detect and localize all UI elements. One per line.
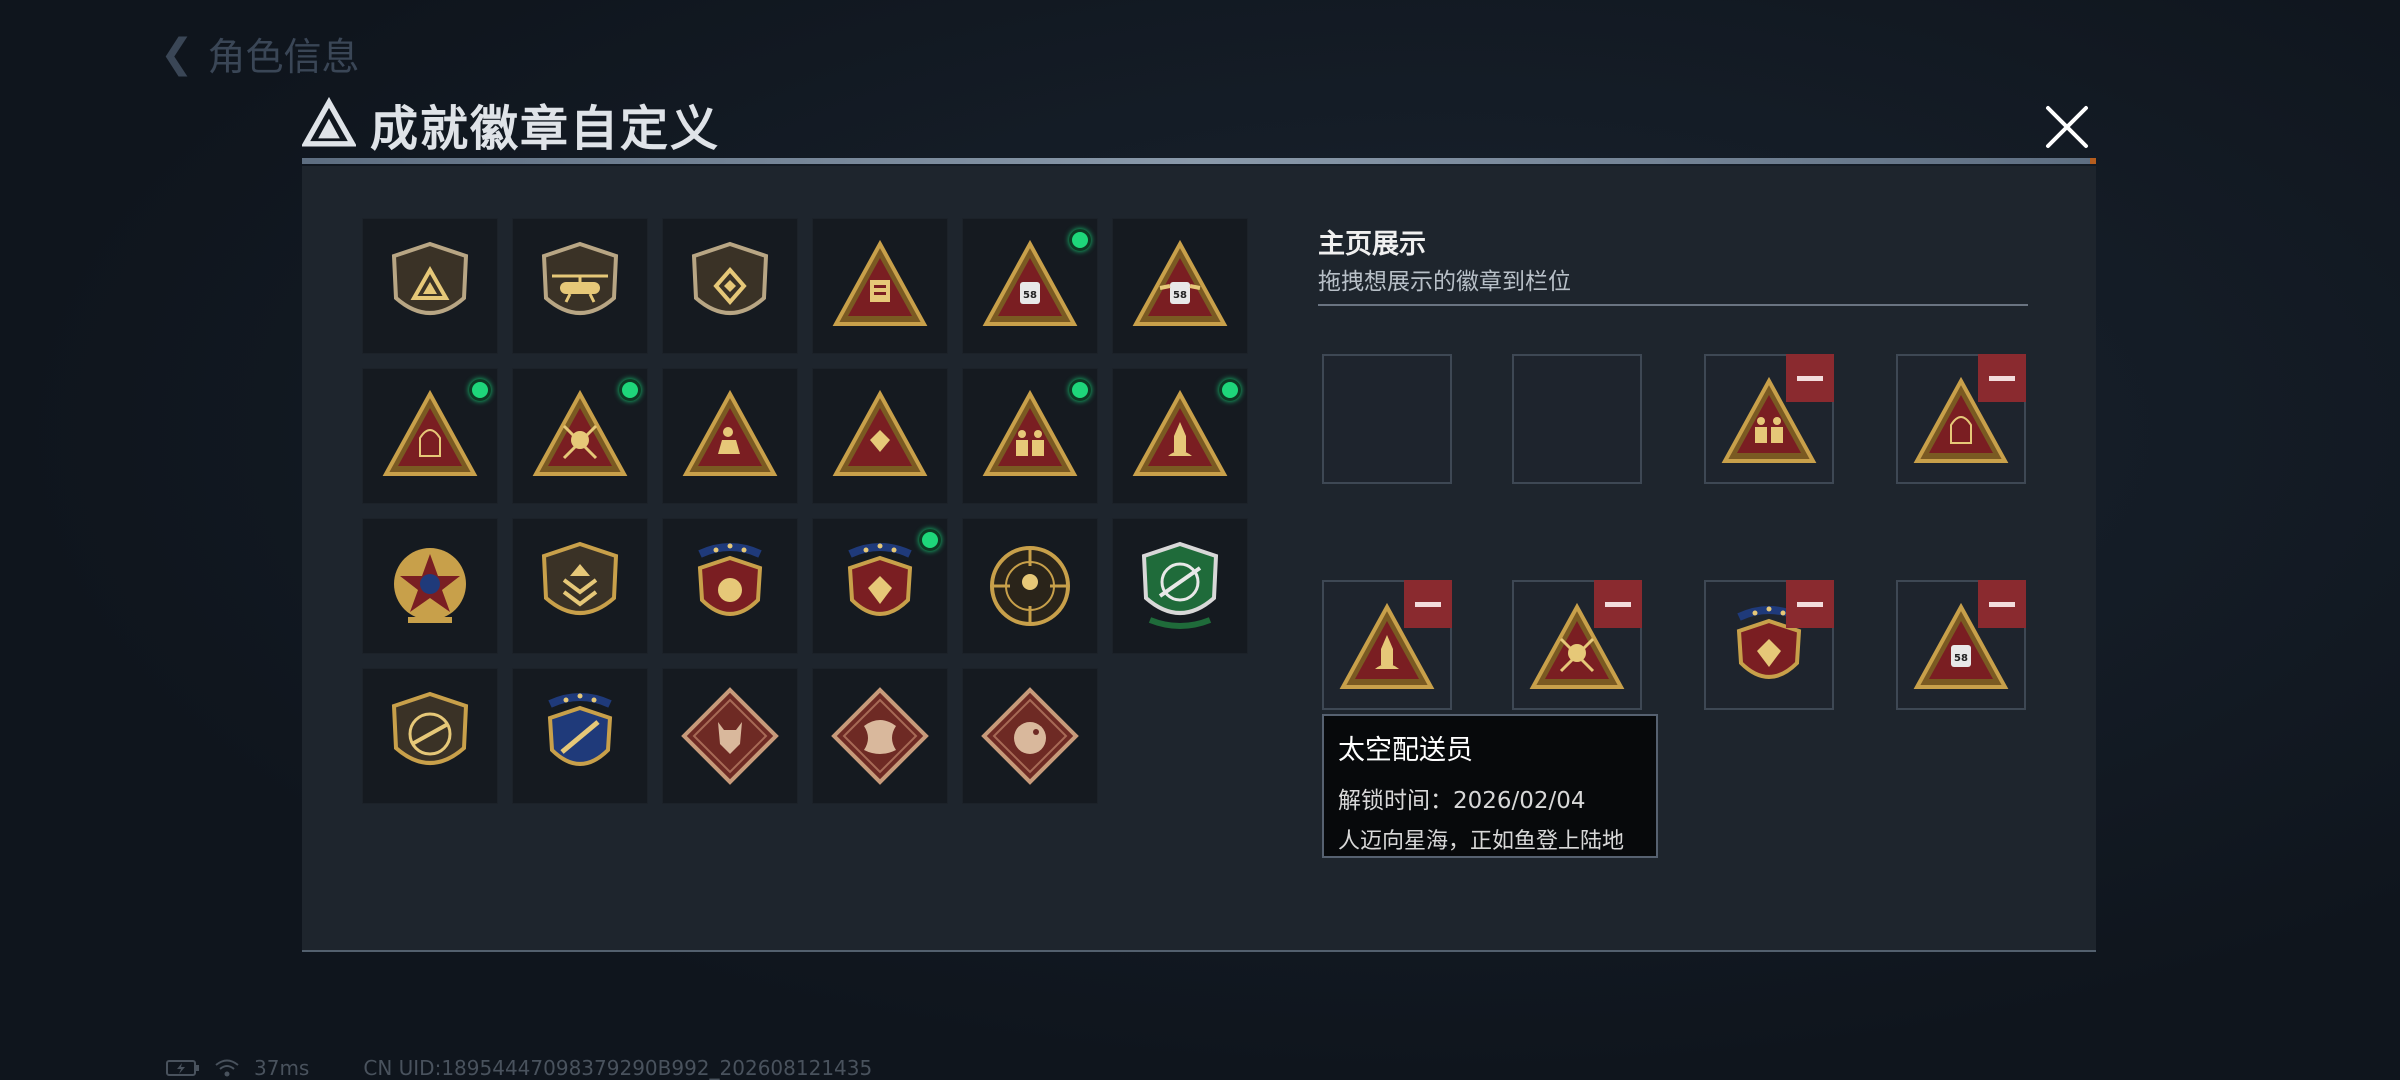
badge-cell[interactable] [1112, 518, 1248, 654]
green-rifle-badge-icon [1141, 541, 1219, 629]
remove-badge-button[interactable] [1404, 580, 1452, 628]
back-arrow-icon: ❮ [160, 30, 194, 77]
badge-cell[interactable] [512, 218, 648, 354]
status-bar: 37ms CN UID:18954447098379290B992_202608… [166, 1056, 872, 1080]
modal-title: 成就徽章自定义 [370, 101, 721, 157]
showcase-title: 主页展示 [1318, 229, 1426, 260]
badge-cell[interactable] [962, 518, 1098, 654]
badge-cell[interactable] [512, 668, 648, 804]
badge-cell[interactable] [362, 518, 498, 654]
rifle-shield-badge-icon [391, 691, 469, 765]
badge-grid: 58 58 [362, 218, 1248, 804]
remove-badge-button[interactable] [1978, 580, 2026, 628]
showcase-slot-filled[interactable]: 58 [1896, 580, 2026, 710]
badge-cell[interactable] [662, 368, 798, 504]
soldiers-triangle-badge-icon [982, 389, 1078, 476]
modal-divider [302, 158, 2096, 164]
tooltip-description: 人迈向星海，正如鱼登上陆地 [1338, 829, 1625, 854]
badge-tooltip: 太空配送员 解锁时间：2026/02/04 人迈向星海，正如鱼登上陆地 [1322, 714, 1658, 858]
showcase-slot-filled[interactable] [1704, 580, 1834, 710]
badge-cell[interactable] [512, 368, 648, 504]
showcase-slots: 58 [1322, 354, 2032, 714]
badge-cell[interactable] [662, 518, 798, 654]
showcase-subtitle: 拖拽想展示的徽章到栏位 [1318, 269, 1571, 295]
chevron-shield-badge-icon [541, 541, 619, 615]
equipped-indicator-icon [1069, 229, 1091, 251]
uid-text: CN UID:18954447098379290B992_20260812143… [363, 1056, 873, 1080]
svg-text:58: 58 [1023, 290, 1037, 301]
badge-cell[interactable] [812, 368, 948, 504]
remove-badge-button[interactable] [1786, 354, 1834, 402]
tooltip-unlock-time: 解锁时间：2026/02/04 [1338, 788, 1586, 814]
diamond-shield-badge-icon [691, 241, 769, 315]
ping-text: 37ms [254, 1056, 310, 1080]
document-triangle-badge-icon [832, 239, 928, 326]
badge-cell[interactable] [362, 368, 498, 504]
tooltip-badge-name: 太空配送员 [1338, 735, 1473, 766]
svg-text:58: 58 [1954, 653, 1968, 664]
laurel-shield-badge-icon [697, 543, 763, 616]
minus-icon [1797, 375, 1823, 381]
background-back-label: 角色信息 [207, 35, 360, 79]
remove-badge-button[interactable] [1594, 580, 1642, 628]
badge-cell[interactable] [962, 668, 1098, 804]
showcase-divider [1318, 304, 2028, 306]
serpent-diamond-badge-icon [981, 687, 1079, 785]
badge-cell[interactable]: 58 [1112, 218, 1248, 354]
minus-icon [1989, 375, 2015, 381]
showcase-slot-filled[interactable] [1322, 580, 1452, 710]
badge-cell[interactable] [662, 668, 798, 804]
wolf-diamond-badge-icon [681, 687, 779, 785]
skull-swords-triangle-badge-icon [532, 389, 628, 476]
minus-icon [1989, 601, 2015, 607]
minus-icon [1605, 601, 1631, 607]
remove-badge-button[interactable] [1978, 354, 2026, 402]
astronaut-58-triangle-badge-icon: 58 [982, 239, 1078, 326]
badge-cell[interactable] [362, 668, 498, 804]
sitting-figure-triangle-badge-icon [682, 389, 778, 476]
equipped-indicator-icon [469, 379, 491, 401]
crosshair-round-badge-icon [990, 546, 1070, 626]
background-back-button: ❮ 角色信息 [160, 26, 360, 81]
winged-58-triangle-badge-icon: 58 [1132, 239, 1228, 326]
equipped-indicator-icon [619, 379, 641, 401]
battery-charging-icon [166, 1060, 199, 1076]
badge-cell[interactable] [812, 518, 948, 654]
badge-cell[interactable] [812, 218, 948, 354]
sword-laurel-badge-icon [547, 693, 613, 766]
dragon-diamond-badge-icon [831, 687, 929, 785]
minus-icon [1797, 601, 1823, 607]
badge-cell[interactable] [512, 518, 648, 654]
showcase-slot-filled[interactable] [1704, 354, 1834, 484]
hooded-figure-triangle-badge-icon [382, 389, 478, 476]
star-medal-badge-icon [394, 548, 466, 623]
gem-triangle-badge-icon [832, 389, 928, 476]
delta-shield-badge-icon [391, 241, 469, 315]
close-button[interactable] [2040, 100, 2094, 154]
remove-badge-button[interactable] [1786, 580, 1834, 628]
svg-text:58: 58 [1173, 290, 1187, 301]
badge-cell[interactable]: 58 [962, 218, 1098, 354]
equipped-indicator-icon [1219, 379, 1241, 401]
gem-laurel-shield-badge-icon [847, 543, 913, 616]
badge-cell[interactable] [662, 218, 798, 354]
badge-cell[interactable] [812, 668, 948, 804]
rocket-triangle-badge-icon [1132, 389, 1228, 476]
showcase-slot-empty[interactable] [1322, 354, 1452, 484]
showcase-slot-empty[interactable] [1512, 354, 1642, 484]
equipped-indicator-icon [919, 529, 941, 551]
badge-cell[interactable] [362, 218, 498, 354]
showcase-slot-filled[interactable] [1896, 354, 2026, 484]
close-icon[interactable] [2040, 100, 2094, 154]
modal-header: 成就徽章自定义 [302, 92, 721, 157]
minus-icon [1415, 601, 1441, 607]
equipped-indicator-icon [1069, 379, 1091, 401]
showcase-slot-filled[interactable] [1512, 580, 1642, 710]
delta-logo-icon [302, 97, 356, 147]
wifi-icon [215, 1059, 239, 1077]
badge-cell[interactable] [1112, 368, 1248, 504]
helicopter-shield-badge-icon [541, 241, 619, 315]
badge-cell[interactable] [962, 368, 1098, 504]
